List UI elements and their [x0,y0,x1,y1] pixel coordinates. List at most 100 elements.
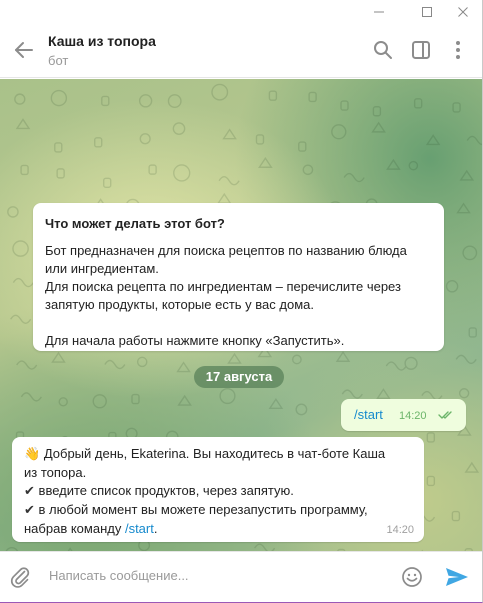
attach-button[interactable] [8,565,32,594]
wallpaper-doodle [452,102,461,113]
message-composer: Написать сообщение... [0,551,482,602]
sidebar-toggle-button[interactable] [409,38,433,62]
wallpaper-doodle [291,354,302,365]
close-button[interactable] [448,0,478,24]
greeting-text: Добрый день, Ekaterina. Вы находитесь в … [43,446,386,461]
wallpaper-doodle [50,89,68,107]
bot-description-footer: Для начала работы нажмите кнопку «Запуст… [45,333,345,348]
wallpaper-doodle [139,133,151,145]
wallpaper-doodle [219,387,236,405]
incoming-message[interactable]: 👋 Добрый день, Ekaterina. Вы находитесь … [12,437,424,542]
instruction-text: набрав команду [24,521,125,536]
send-icon [446,568,468,586]
wallpaper-doodle [10,314,32,324]
wallpaper-doodle [268,90,278,101]
wallpaper-doodle [426,475,436,487]
wallpaper-doodle [216,192,232,204]
wallpaper-doodle [12,277,34,288]
maximize-icon [422,7,432,17]
telegram-window: Каша из топора бот Что может делать этот… [0,0,483,603]
back-button[interactable] [12,38,36,62]
bot-description-line: запятую продукты, которые есть у вас дом… [45,297,314,312]
wallpaper-doodle [138,94,153,108]
instruction-text: в любой момент вы можете перезапустить п… [38,502,368,517]
chat-title[interactable]: Каша из топора [48,33,156,49]
title-bar [0,0,482,24]
wallpaper-doodle [103,177,112,188]
wallpaper-doodle [20,164,29,176]
outgoing-message-text[interactable]: /start [354,407,383,422]
more-button[interactable] [446,38,470,62]
message-input[interactable]: Написать сообщение... [49,568,189,583]
wallpaper-doodle [456,202,471,214]
smile-icon [402,567,422,587]
paperclip-icon [10,567,30,588]
wallpaper-doodle [308,91,317,103]
wallpaper-doodle [255,134,265,145]
wallpaper-doodle [131,393,140,405]
maximize-button[interactable] [412,0,442,24]
back-arrow-icon [15,42,33,58]
wallpaper-doodle [340,100,349,111]
wallpaper-doodle [172,122,186,135]
wallpaper-doodle [222,128,237,140]
more-vertical-icon [456,41,460,59]
wallpaper-doodle [51,351,66,363]
wallpaper-doodle [211,83,229,101]
search-button[interactable] [371,38,395,62]
wallpaper-doodle [218,176,240,186]
incoming-message-line: набрав команду /start. [24,520,412,538]
message-time: 14:20 [399,410,427,422]
read-checkmarks-icon [438,411,452,419]
wallpaper-doodle [464,461,480,473]
wallpaper-doodle [408,160,419,171]
wallpaper-doodle [302,164,314,176]
wallpaper-doodle [253,543,276,551]
checkmark-emoji: ✔ [24,503,35,518]
wallpaper-doodle [426,432,436,443]
wallpaper-doodle [173,164,191,182]
minimize-button[interactable] [364,0,394,24]
chat-header: Каша из топора бот [0,24,482,78]
wallpaper-doodle [445,280,459,293]
waving-hand-emoji: 👋 [24,447,41,462]
wallpaper-doodle [466,135,482,146]
incoming-message-line: ✔ введите список продуктов, через запяту… [24,482,412,501]
wallpaper-doodle [227,352,242,364]
wallpaper-doodle [458,388,470,399]
search-icon [374,41,392,59]
wallpaper-doodle [136,356,148,368]
wallpaper-doodle [331,124,347,140]
wallpaper-doodle [295,403,308,416]
wallpaper-doodle [385,361,407,371]
wallpaper-doodle [20,392,42,402]
wallpaper-doodle [468,327,477,338]
start-command-link[interactable]: /start [125,521,154,536]
minimize-icon [374,11,384,13]
emoji-button[interactable] [400,565,424,594]
wallpaper-doodle [58,397,68,407]
wallpaper-doodle [413,98,423,109]
bot-description-line: или ингредиентам. [45,261,159,276]
wallpaper-doodle [56,168,65,179]
wallpaper-doodle [298,141,307,152]
chat-area[interactable]: Что может делать этот бот? Бот предназна… [0,79,482,551]
wallpaper-doodle [425,134,441,146]
wallpaper-doodle [92,394,107,409]
message-time: 14:20 [386,524,414,536]
wallpaper-doodle [94,137,103,148]
wallpaper-doodle [371,121,386,133]
bot-description-line: Для поиска рецепта по ингредиентам – пер… [45,279,401,294]
bot-description-card: Что может делать этот бот? Бот предназна… [33,203,444,351]
wallpaper-doodle [15,118,31,130]
instruction-text: . [153,521,158,536]
outgoing-message[interactable]: /start 14:20 [341,399,466,431]
wallpaper-doodle [258,156,273,168]
wallpaper-doodle [16,360,38,370]
send-button[interactable] [444,565,470,594]
wallpaper-doodle [404,356,418,370]
wallpaper-doodle [176,361,191,373]
wallpaper-doodle [372,106,382,117]
date-separator: 17 августа [194,366,284,388]
instruction-text: введите список продуктов, через запятую. [38,483,294,498]
